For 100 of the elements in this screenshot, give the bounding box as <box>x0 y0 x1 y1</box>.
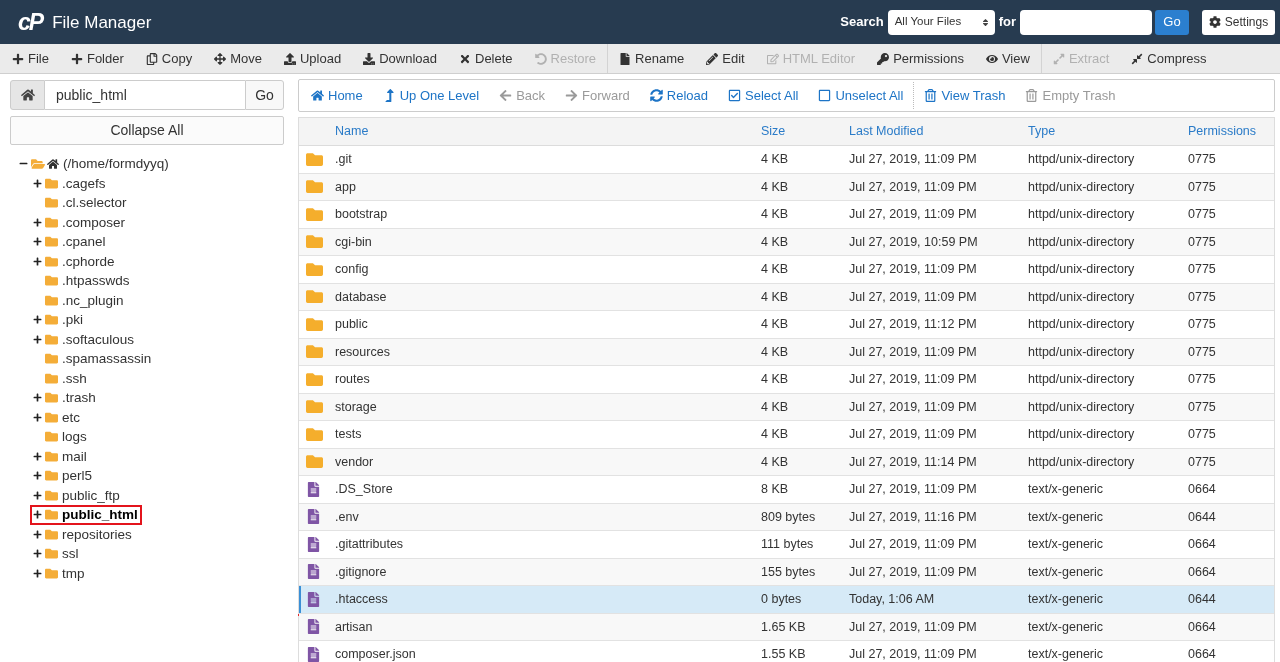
folder-icon <box>306 343 323 361</box>
modified-date-cell: Jul 27, 2019, 11:09 PM <box>849 372 977 387</box>
scope-select[interactable]: All Your Files <box>887 9 995 35</box>
size-cell: 1.55 KB <box>761 647 806 662</box>
permissions-cell: 0644 <box>1188 592 1216 607</box>
tree-item[interactable]: .softaculous <box>62 332 135 346</box>
tree-item[interactable]: perl5 <box>62 469 93 483</box>
plus-icon[interactable] <box>33 529 42 539</box>
toolbar-button[interactable]: Rename <box>608 44 696 73</box>
document-icon <box>306 564 321 580</box>
file-row[interactable]: storage 4 KB Jul 27, 2019, 11:09 PM httpd/unix-directory 0775 <box>299 393 1274 421</box>
tree-item[interactable]: .trash <box>62 391 96 405</box>
toolbar-button[interactable]: Move <box>203 44 273 73</box>
plus-icon[interactable] <box>33 412 42 422</box>
toolbar-button[interactable]: View <box>974 44 1041 73</box>
x-icon <box>459 52 471 65</box>
plus-icon[interactable] <box>33 549 42 559</box>
folder-icon <box>45 449 58 463</box>
tree-item[interactable]: .pki <box>62 313 83 327</box>
toolbar-button[interactable]: Upload <box>272 44 353 73</box>
permissions-cell: 0664 <box>1188 647 1216 662</box>
tree-item[interactable]: .cagefs <box>62 176 106 190</box>
toolbar-button[interactable]: Permissions <box>866 44 975 73</box>
tree-item[interactable]: ssl <box>62 547 79 561</box>
toolbar-button[interactable]: Download <box>352 44 448 73</box>
nav-button[interactable]: Unselect All <box>808 82 914 109</box>
tree-item[interactable]: .spamassassin <box>62 352 152 366</box>
column-header[interactable]: Type <box>1028 122 1056 141</box>
plus-icon[interactable] <box>33 471 42 481</box>
settings-button[interactable]: Settings <box>1202 9 1275 35</box>
size-cell: 4 KB <box>761 289 789 304</box>
nav-button[interactable]: Reload <box>639 82 718 109</box>
modified-date-cell: Jul 27, 2019, 11:09 PM <box>849 399 977 414</box>
toolbar-button[interactable]: File <box>1 44 60 73</box>
tree-item[interactable]: public_ftp <box>62 488 120 502</box>
column-header[interactable]: Permissions <box>1188 122 1257 141</box>
plus-icon[interactable] <box>33 315 42 325</box>
plus-icon[interactable] <box>33 217 42 227</box>
nav-button[interactable]: Home <box>301 82 373 109</box>
tree-item[interactable]: .nc_plugin <box>62 293 124 307</box>
nav-button[interactable]: Up One Level <box>372 82 490 109</box>
column-header[interactable]: Size <box>761 122 786 141</box>
tree-item[interactable]: .composer <box>62 215 126 229</box>
toolbar-button[interactable]: Folder <box>59 44 135 73</box>
search-go-button[interactable]: Go <box>1155 9 1189 35</box>
file-row[interactable]: artisan 1.65 KB Jul 27, 2019, 11:09 PM text/x-generic 0664 <box>299 613 1274 641</box>
tree-item[interactable]: public_html <box>62 508 138 522</box>
plus-icon[interactable] <box>33 490 42 500</box>
path-field[interactable]: public_html <box>45 80 245 110</box>
nav-button[interactable]: View Trash <box>914 80 1016 111</box>
file-type-cell: httpd/unix-directory <box>1028 289 1135 304</box>
toolbar-button[interactable]: Compress <box>1120 44 1218 73</box>
file-type-cell: httpd/unix-directory <box>1028 234 1135 249</box>
file-type-cell: httpd/unix-directory <box>1028 372 1135 387</box>
file-row[interactable]: .htaccess 0 bytes Today, 1:06 AM text/x-generic 0644 <box>299 586 1274 614</box>
column-header[interactable]: Name <box>335 122 369 141</box>
plus-icon[interactable] <box>33 393 42 403</box>
collapse-all-button[interactable]: Collapse All <box>10 116 284 145</box>
plus-icon[interactable] <box>33 451 42 461</box>
nav-button[interactable]: Select All <box>718 82 809 109</box>
plus-icon[interactable] <box>33 568 42 578</box>
tree-item[interactable]: .ssh <box>62 371 87 385</box>
tree-item[interactable]: repositories <box>62 527 132 541</box>
toolbar-button[interactable]: Edit <box>695 44 756 73</box>
toolbar-button[interactable]: Copy <box>134 44 204 73</box>
file-row[interactable]: .env 809 bytes Jul 27, 2019, 11:16 PM text/x-generic 0644 <box>299 503 1274 531</box>
path-go-button[interactable]: Go <box>245 80 284 110</box>
modified-date-cell: Jul 27, 2019, 11:09 PM <box>849 564 977 579</box>
toolbar-button[interactable]: Delete <box>448 44 524 73</box>
tree-item[interactable]: .cphorde <box>62 254 115 268</box>
file-row[interactable]: app 4 KB Jul 27, 2019, 11:09 PM httpd/unix-directory 0775 <box>299 173 1274 201</box>
modified-date-cell: Today, 1:06 AM <box>849 592 935 607</box>
file-row[interactable]: vendor 4 KB Jul 27, 2019, 11:14 PM httpd/unix-directory 0775 <box>299 448 1274 476</box>
tree-item[interactable]: (/home/formdyyq) <box>63 157 169 171</box>
home-button[interactable] <box>10 80 45 110</box>
tree-item[interactable]: .htpasswds <box>62 274 130 288</box>
file-row[interactable]: resources 4 KB Jul 27, 2019, 11:09 PM httpd/unix-directory 0775 <box>299 338 1274 366</box>
search-field[interactable] <box>1020 9 1152 35</box>
column-header[interactable]: Last Modified <box>849 122 924 141</box>
tree-item[interactable]: tmp <box>62 566 85 580</box>
tree-item[interactable]: mail <box>62 449 87 463</box>
size-cell: 4 KB <box>761 179 789 194</box>
size-cell: 8 KB <box>761 482 789 497</box>
file-row[interactable]: cgi-bin 4 KB Jul 27, 2019, 10:59 PM httpd/unix-directory 0775 <box>299 228 1274 256</box>
four-way-arrows-icon <box>214 52 227 65</box>
file-row[interactable]: .gitignore 155 bytes Jul 27, 2019, 11:09 PM text/x-generic 0664 <box>299 558 1274 586</box>
plus-icon[interactable] <box>33 256 42 266</box>
file-type-cell: httpd/unix-directory <box>1028 344 1135 359</box>
tree-item[interactable]: logs <box>62 430 87 444</box>
tree-item[interactable]: etc <box>62 410 80 424</box>
file-row[interactable]: database 4 KB Jul 27, 2019, 11:09 PM httpd/unix-directory 0775 <box>299 283 1274 311</box>
permissions-cell: 0775 <box>1188 427 1216 442</box>
permissions-cell: 0664 <box>1188 564 1216 579</box>
tree-item[interactable]: .cpanel <box>62 235 106 249</box>
file-type-cell: httpd/unix-directory <box>1028 179 1135 194</box>
plus-icon[interactable] <box>33 237 42 247</box>
plus-icon[interactable] <box>33 510 42 520</box>
plus-icon[interactable] <box>33 334 42 344</box>
tree-item[interactable]: .cl.selector <box>62 196 127 210</box>
plus-icon[interactable] <box>33 178 42 188</box>
